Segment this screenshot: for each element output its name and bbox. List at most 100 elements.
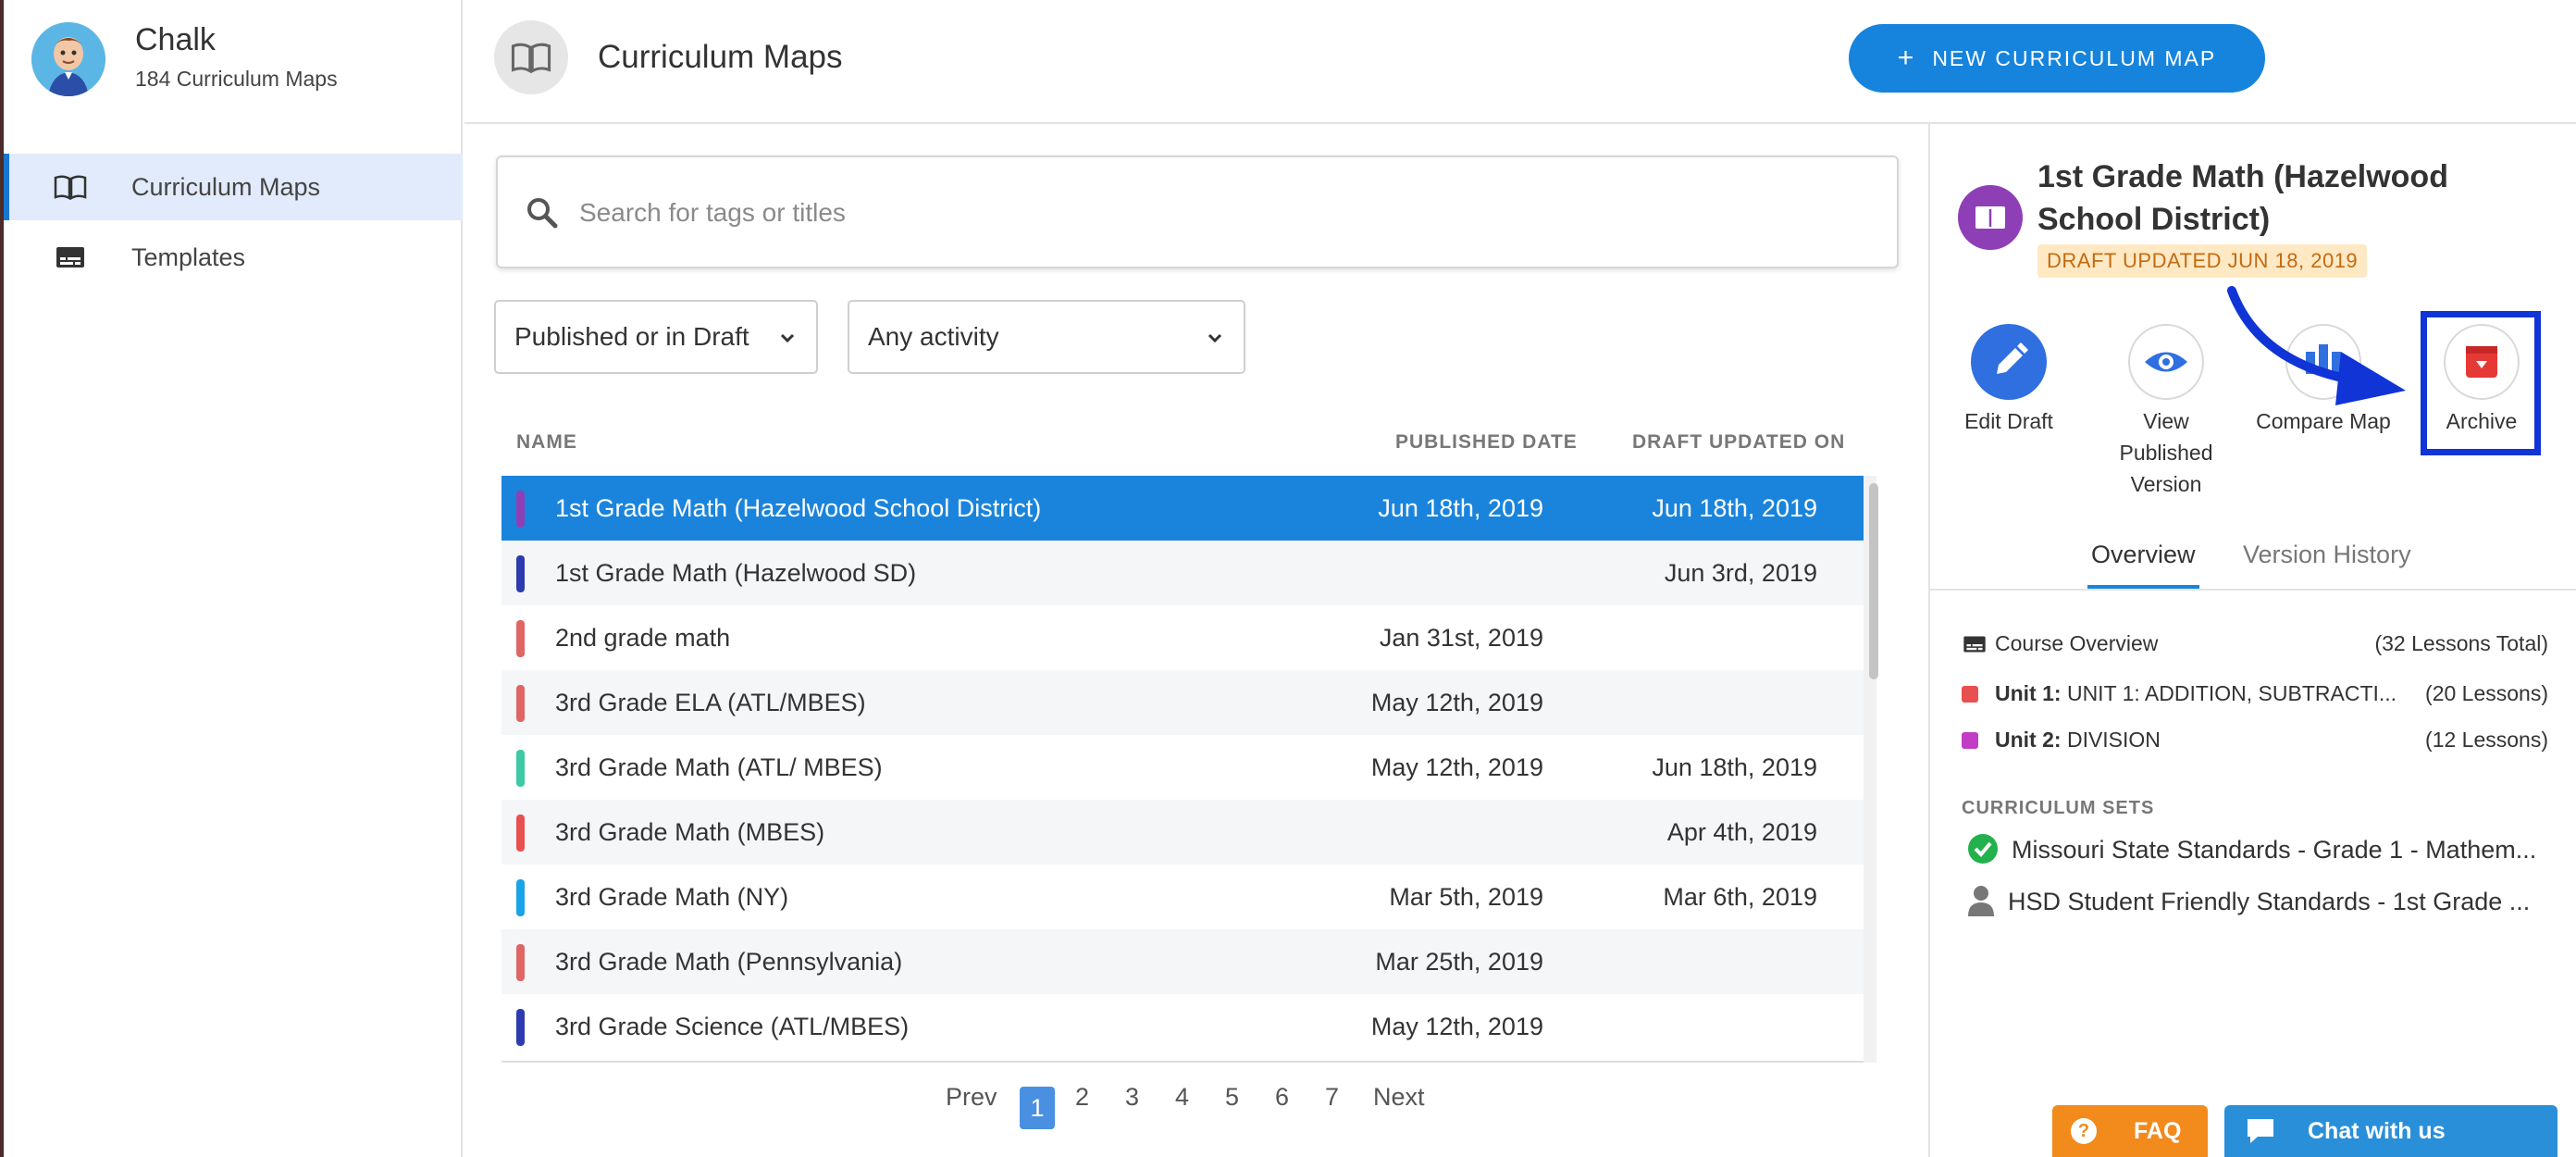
curriculum-sets-header: CURRICULUM SETS <box>1962 798 2155 818</box>
color-tag <box>516 620 525 657</box>
archive-highlight-annotation <box>2421 311 2541 455</box>
pencil-icon <box>1971 324 2047 400</box>
person-icon <box>1968 886 1994 916</box>
color-tag <box>516 555 525 592</box>
unit-row[interactable]: Unit 1: UNIT 1: ADDITION, SUBTRACTI... (… <box>1962 681 2548 706</box>
table-scrollbar-thumb[interactable] <box>1869 483 1878 679</box>
activity-filter-select[interactable]: Any activity <box>848 300 1245 374</box>
course-overview-row[interactable]: Course Overview (32 Lessons Total) <box>1962 631 2548 656</box>
curriculum-map-table: 1st Grade Math (Hazelwood School Distric… <box>502 476 1865 1063</box>
view-published-version-button[interactable]: View Published Version <box>2106 324 2226 500</box>
pagination-page-3[interactable]: 3 <box>1125 1083 1139 1112</box>
color-tag <box>516 750 525 787</box>
new-curriculum-map-button[interactable]: + NEW CURRICULUM MAP <box>1849 24 2265 93</box>
table-row[interactable]: 3rd Grade Math (Pennsylvania) Mar 25th, … <box>502 929 1864 994</box>
faq-label: FAQ <box>2134 1117 2182 1144</box>
row-published-date: May 12th, 2019 <box>1370 688 1543 716</box>
column-header-published-date[interactable]: PUBLISHED DATE <box>1395 431 1578 454</box>
sidebar-item-templates[interactable]: Templates <box>4 224 463 291</box>
sidebar: Chalk 184 Curriculum Maps Curriculum Map… <box>0 0 463 1157</box>
unit-row[interactable]: Unit 2: DIVISION (12 Lessons) <box>1962 728 2548 753</box>
pagination-page-6[interactable]: 6 <box>1275 1083 1289 1112</box>
template-icon <box>56 247 84 267</box>
unit-number: Unit 2: <box>1995 728 2062 752</box>
sidebar-item-curriculum-maps[interactable]: Curriculum Maps <box>4 154 463 220</box>
draft-status-badge: DRAFT UPDATED JUN 18, 2019 <box>2037 244 2368 278</box>
unit-number: Unit 1: <box>1995 681 2062 705</box>
pagination-page-7[interactable]: 7 <box>1325 1083 1339 1112</box>
row-name: 3rd Grade ELA (ATL/MBES) <box>555 688 866 716</box>
table-row[interactable]: 3rd Grade Math (MBES) Apr 4th, 2019 <box>502 800 1864 865</box>
table-row[interactable]: 3rd Grade Math (ATL/ MBES) May 12th, 201… <box>502 735 1864 800</box>
table-row[interactable]: 3rd Grade ELA (ATL/MBES) May 12th, 2019 <box>502 670 1864 735</box>
color-tag <box>516 944 525 981</box>
book-icon <box>54 175 87 200</box>
activity-filter-value: Any activity <box>868 322 999 351</box>
row-name: 2nd grade math <box>555 623 731 652</box>
row-name: 3rd Grade Math (NY) <box>555 882 789 911</box>
search-box <box>496 156 1899 268</box>
check-circle-icon <box>1968 834 1998 864</box>
table-row[interactable]: 2nd grade math Jan 31st, 2019 <box>502 605 1864 670</box>
template-icon <box>1963 636 1986 653</box>
row-name: 1st Grade Math (Hazelwood SD) <box>555 558 917 587</box>
status-filter-select[interactable]: Published or in Draft <box>494 300 818 374</box>
avatar[interactable] <box>31 22 105 96</box>
pagination-prev[interactable]: Prev <box>946 1083 997 1112</box>
color-tag <box>516 815 525 852</box>
pagination-page-4[interactable]: 4 <box>1175 1083 1189 1112</box>
view-published-label: View Published Version <box>2119 409 2213 496</box>
table-row[interactable]: 1st Grade Math (Hazelwood School Distric… <box>502 476 1864 541</box>
curriculum-set-name: Missouri State Standards - Grade 1 - Mat… <box>2012 836 2537 864</box>
edit-draft-button[interactable]: Edit Draft <box>1956 324 2062 437</box>
pagination-page-5[interactable]: 5 <box>1225 1083 1239 1112</box>
sidebar-item-label: Templates <box>131 243 246 271</box>
color-tag <box>516 685 525 722</box>
tab-overview[interactable]: Overview <box>2087 541 2199 589</box>
row-published-date: Jun 18th, 2019 <box>1378 493 1543 522</box>
column-header-name[interactable]: NAME <box>516 431 577 454</box>
unit-name: DIVISION <box>2066 728 2161 752</box>
pagination-page-1[interactable]: 1 <box>1020 1087 1055 1129</box>
table-row[interactable]: 1st Grade Math (Hazelwood SD) Jun 3rd, 2… <box>502 541 1864 605</box>
faq-button[interactable]: ? FAQ <box>2052 1105 2208 1157</box>
column-header-draft-updated[interactable]: DRAFT UPDATED ON <box>1632 431 1845 454</box>
course-overview-label: Course Overview <box>1995 631 2159 655</box>
row-draft-updated: Apr 4th, 2019 <box>1666 817 1817 846</box>
color-tag <box>516 879 525 916</box>
unit-lesson-count: (12 Lessons) <box>2425 728 2548 752</box>
book-icon <box>511 43 551 74</box>
sidebar-item-label: Curriculum Maps <box>131 172 321 201</box>
row-published-date: May 12th, 2019 <box>1370 753 1543 781</box>
search-icon <box>527 198 558 229</box>
color-tag <box>516 1009 525 1046</box>
chevron-down-icon <box>780 333 795 343</box>
tab-version-history[interactable]: Version History <box>2243 541 2411 569</box>
unit-name: UNIT 1: ADDITION, SUBTRACTI... <box>2066 681 2397 705</box>
question-icon: ? <box>2071 1118 2097 1144</box>
row-published-date: Mar 5th, 2019 <box>1389 882 1543 911</box>
page-header: Curriculum Maps + NEW CURRICULUM MAP <box>464 0 2576 124</box>
curriculum-set-name: HSD Student Friendly Standards - 1st Gra… <box>2008 888 2531 915</box>
chat-with-us-button[interactable]: Chat with us <box>2224 1105 2557 1157</box>
pagination-next[interactable]: Next <box>1373 1083 1425 1112</box>
row-name: 1st Grade Math (Hazelwood School Distric… <box>555 493 1042 522</box>
table-row[interactable]: 3rd Grade Science (ATL/MBES) May 12th, 2… <box>502 994 1864 1059</box>
plus-icon: + <box>1897 43 1914 73</box>
row-name: 3rd Grade Math (MBES) <box>555 817 825 846</box>
map-count: 184 Curriculum Maps <box>135 67 338 91</box>
book-icon <box>1975 206 2005 229</box>
row-draft-updated: Jun 18th, 2019 <box>1652 753 1817 781</box>
unit-color-swatch <box>1962 732 1978 749</box>
table-row[interactable]: 3rd Grade Math (NY) Mar 5th, 2019 Mar 6t… <box>502 865 1864 929</box>
detail-tabs: Overview Version History <box>1928 531 2576 591</box>
course-lesson-total: (32 Lessons Total) <box>2374 631 2548 655</box>
row-published-date: Jan 31st, 2019 <box>1379 623 1543 652</box>
curriculum-set-item[interactable]: HSD Student Friendly Standards - 1st Gra… <box>1967 885 2530 916</box>
map-badge <box>1958 185 2023 250</box>
row-published-date: Mar 25th, 2019 <box>1375 947 1543 976</box>
row-draft-updated: Mar 6th, 2019 <box>1663 882 1817 911</box>
curriculum-set-item[interactable]: Missouri State Standards - Grade 1 - Mat… <box>1967 833 2536 865</box>
search-input[interactable] <box>579 189 1856 237</box>
pagination-page-2[interactable]: 2 <box>1075 1083 1089 1112</box>
